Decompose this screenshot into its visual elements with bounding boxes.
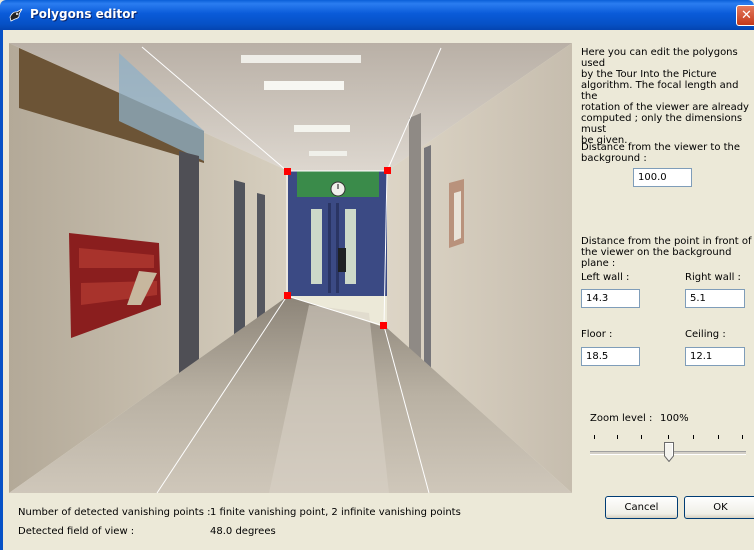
zoom-value: 100% bbox=[660, 413, 689, 424]
slider-tick bbox=[742, 435, 743, 439]
polygon-handle[interactable] bbox=[284, 292, 291, 299]
field-of-view-value: 48.0 degrees bbox=[210, 526, 276, 537]
left-wall-label: Left wall : bbox=[581, 272, 630, 283]
window-title: Polygons editor bbox=[30, 7, 137, 21]
right-wall-field[interactable]: 5.1 bbox=[685, 289, 745, 308]
distance-point-label: Distance from the point in front of the … bbox=[581, 236, 752, 269]
cancel-button[interactable]: Cancel bbox=[605, 496, 678, 519]
polygon-handle[interactable] bbox=[284, 168, 291, 175]
right-wall-label: Right wall : bbox=[685, 272, 741, 283]
title-bar: Polygons editor ✕ bbox=[0, 0, 754, 30]
ok-button[interactable]: OK bbox=[684, 496, 754, 519]
corridor-image bbox=[9, 43, 572, 493]
slider-tick bbox=[668, 435, 669, 439]
close-icon[interactable]: ✕ bbox=[736, 5, 754, 26]
picture-canvas[interactable] bbox=[9, 43, 572, 493]
slider-tick bbox=[617, 435, 618, 439]
ceiling-field[interactable]: 12.1 bbox=[685, 347, 745, 366]
slider-tick bbox=[641, 435, 642, 439]
slider-tick bbox=[693, 435, 694, 439]
bird-app-icon bbox=[9, 8, 23, 22]
ceiling-label: Ceiling : bbox=[685, 329, 726, 340]
vanishing-points-value: 1 finite vanishing point, 2 infinite van… bbox=[210, 507, 461, 518]
left-wall-field[interactable]: 14.3 bbox=[581, 289, 640, 308]
slider-thumb-icon[interactable] bbox=[664, 442, 674, 462]
distance-background-field[interactable]: 100.0 bbox=[633, 168, 692, 187]
window-frame bbox=[0, 30, 3, 550]
polygon-handle[interactable] bbox=[384, 167, 391, 174]
editor-description: Here you can edit the polygons used by t… bbox=[581, 47, 749, 146]
field-of-view-label: Detected field of view : bbox=[18, 526, 135, 537]
vanishing-points-label: Number of detected vanishing points : bbox=[18, 507, 211, 518]
slider-tick bbox=[718, 435, 719, 439]
slider-tick bbox=[594, 435, 595, 439]
distance-background-label: Distance from the viewer to the backgrou… bbox=[581, 142, 741, 164]
zoom-label: Zoom level : bbox=[590, 413, 653, 424]
polygon-handle[interactable] bbox=[380, 322, 387, 329]
floor-field[interactable]: 18.5 bbox=[581, 347, 640, 366]
floor-label: Floor : bbox=[581, 329, 613, 340]
